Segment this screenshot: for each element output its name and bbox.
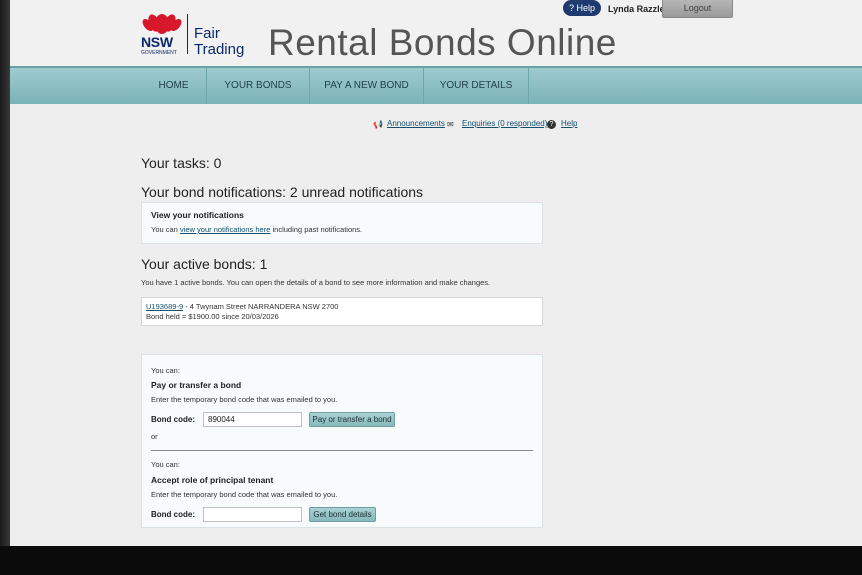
nav-your-bonds[interactable]: YOUR BONDS <box>207 68 310 104</box>
logo-trading-text: Trading <box>194 41 245 58</box>
accept-instructions: Enter the temporary bond code that was e… <box>151 490 338 499</box>
enquiries-link[interactable]: Enquiries (0 responded) <box>462 119 547 128</box>
browser-viewport: NSW GOVERNMENT Fair Trading Rental Bonds… <box>10 0 862 546</box>
bond-list-item: U193689-9 - 4 Twynam Street NARRANDERA N… <box>141 297 543 326</box>
waratah-icon <box>142 14 182 34</box>
help-link[interactable]: Help <box>561 119 577 128</box>
site-header: NSW GOVERNMENT Fair Trading Rental Bonds… <box>10 0 862 66</box>
bond-code-input-2[interactable] <box>203 507 302 522</box>
or-label: or <box>151 432 158 441</box>
megaphone-icon: 📢 <box>373 120 383 129</box>
notifications-text: You can view your notifications here inc… <box>151 225 362 234</box>
nav-home[interactable]: HOME <box>141 68 207 104</box>
bond-code-input-1[interactable]: 890044 <box>203 412 302 427</box>
site-title: Rental Bonds Online <box>268 22 617 63</box>
announcements-link[interactable]: Announcements <box>387 119 445 128</box>
main-nav: HOME YOUR BONDS PAY A NEW BOND YOUR DETA… <box>10 66 862 104</box>
you-can-label-2: You can: <box>151 460 180 469</box>
envelope-icon: ✉ <box>447 120 454 129</box>
bond-code-label-2: Bond code: <box>151 510 195 519</box>
you-can-label-1: You can: <box>151 366 180 375</box>
notifications-panel: View your notifications You can view you… <box>141 202 543 244</box>
bond-held: Bond held = $1900.00 since 20/03/2026 <box>146 312 279 321</box>
section-divider <box>151 450 533 451</box>
notifications-text-after: including past notifications. <box>272 225 363 234</box>
get-bond-details-button[interactable]: Get bond details <box>309 507 376 522</box>
logout-button[interactable]: Logout <box>662 0 733 18</box>
logo-government-text: GOVERNMENT <box>141 50 177 56</box>
monitor-bottom-bezel <box>0 546 862 575</box>
active-bonds-heading: Your active bonds: 1 <box>141 256 268 272</box>
notifications-text-before: You can <box>151 225 178 234</box>
user-name: Lynda Razzle <box>608 4 665 14</box>
pay-transfer-button[interactable]: Pay or transfer a bond <box>309 412 395 427</box>
active-bonds-summary: You have 1 active bonds. You can open th… <box>141 278 491 287</box>
help-circle-icon: ? <box>547 120 556 129</box>
nsw-fair-trading-logo[interactable]: NSW GOVERNMENT Fair Trading <box>141 8 256 60</box>
logo-nsw-text: NSW <box>141 34 173 50</box>
pay-transfer-title: Pay or transfer a bond <box>151 380 242 390</box>
logo-fair-text: Fair <box>194 25 220 42</box>
notifications-panel-title: View your notifications <box>151 210 244 220</box>
notifications-heading: Your bond notifications: 2 unread notifi… <box>141 184 424 200</box>
tasks-heading: Your tasks: 0 <box>141 155 222 171</box>
bond-id-link[interactable]: U193689-9 <box>146 302 183 311</box>
accept-tenant-title: Accept role of principal tenant <box>151 475 274 485</box>
help-button[interactable]: ? Help <box>563 0 601 16</box>
pay-instructions: Enter the temporary bond code that was e… <box>151 395 338 404</box>
logo-divider <box>187 14 188 54</box>
bond-line: U193689-9 - 4 Twynam Street NARRANDERA N… <box>146 302 338 311</box>
monitor-bezel <box>0 0 10 548</box>
nav-your-details[interactable]: YOUR DETAILS <box>424 68 529 104</box>
bond-address: - 4 Twynam Street NARRANDERA NSW 2700 <box>183 302 339 311</box>
bond-code-label-1: Bond code: <box>151 415 195 424</box>
bond-actions-panel: You can: Pay or transfer a bond Enter th… <box>141 354 543 528</box>
nav-pay-new-bond[interactable]: PAY A NEW BOND <box>310 68 424 104</box>
view-notifications-link[interactable]: view your notifications here <box>180 225 270 234</box>
